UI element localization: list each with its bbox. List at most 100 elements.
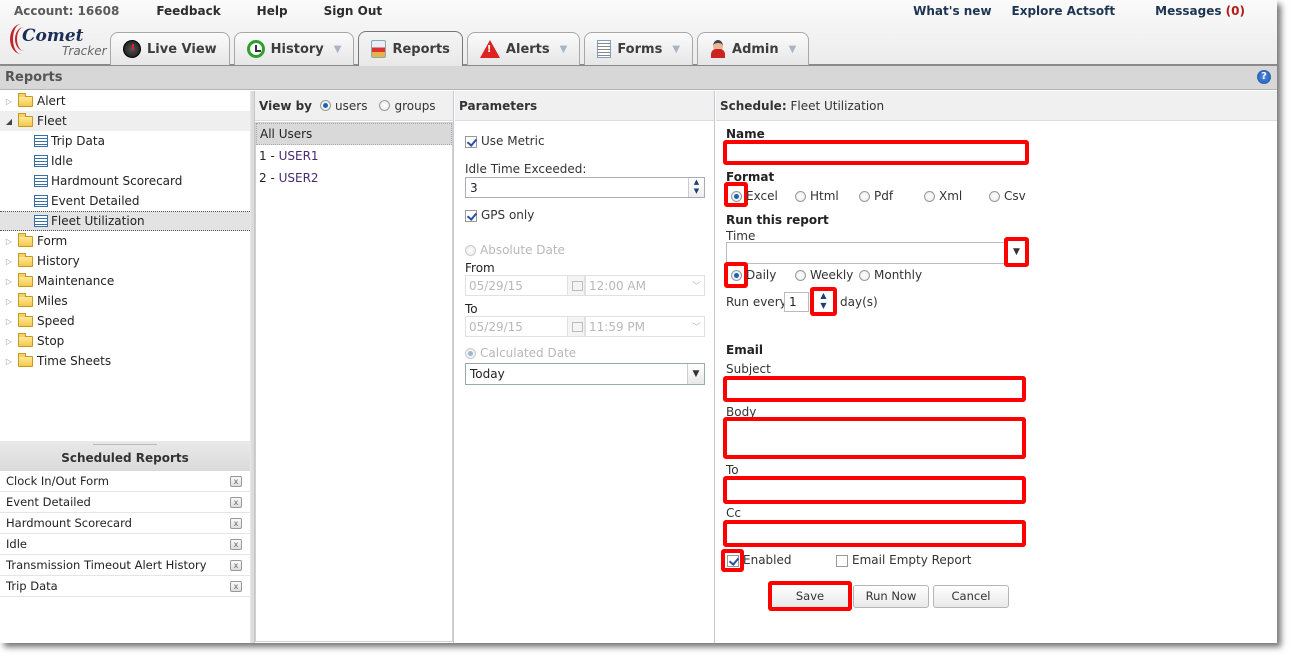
- scheduled-report-item[interactable]: Idle x: [0, 534, 250, 555]
- user-row-all[interactable]: All Users: [256, 123, 452, 145]
- expand-arrow-icon[interactable]: ▷: [3, 97, 15, 106]
- frequency-option-daily[interactable]: Daily: [731, 268, 776, 282]
- help-link[interactable]: Help: [257, 4, 288, 18]
- feedback-link[interactable]: Feedback: [156, 4, 220, 18]
- user-row[interactable]: 1 - USER1: [256, 145, 452, 167]
- from-date-input[interactable]: 05/29/15: [465, 275, 568, 296]
- format-option-pdf[interactable]: Pdf: [859, 189, 893, 203]
- run-every-input[interactable]: 1: [784, 292, 809, 312]
- remove-icon[interactable]: x: [230, 496, 242, 508]
- frequency-option-weekly[interactable]: Weekly: [795, 268, 853, 282]
- enabled-row[interactable]: Enabled: [727, 553, 792, 567]
- run-now-button[interactable]: Run Now: [853, 585, 929, 608]
- help-icon[interactable]: ?: [1257, 70, 1271, 84]
- tab-alerts[interactable]: Alerts ▼: [466, 32, 581, 65]
- tab-reports[interactable]: Reports: [358, 31, 463, 66]
- expand-arrow-icon[interactable]: ▷: [3, 237, 15, 246]
- tree-folder-speed[interactable]: ▷ Speed: [0, 311, 250, 331]
- cancel-button[interactable]: Cancel: [933, 585, 1009, 608]
- user-row[interactable]: 2 - USER2: [256, 167, 452, 189]
- tree-report-hardmount-scorecard[interactable]: Hardmount Scorecard: [0, 171, 250, 191]
- to-time-select[interactable]: 11:59 PM ﹀: [585, 316, 705, 337]
- expand-arrow-icon[interactable]: ▷: [3, 297, 15, 306]
- collapse-arrow-icon[interactable]: ◢: [3, 117, 15, 126]
- tab-live-view[interactable]: Live View: [110, 32, 230, 65]
- frequency-weekly-radio[interactable]: [795, 270, 806, 281]
- scheduled-report-item[interactable]: Event Detailed x: [0, 492, 250, 513]
- format-option-excel[interactable]: Excel: [731, 189, 778, 203]
- chevron-down-icon[interactable]: ▼: [687, 364, 704, 384]
- messages-link[interactable]: Messages (0): [1135, 4, 1245, 18]
- format-option-xml[interactable]: Xml: [924, 189, 962, 203]
- expand-arrow-icon[interactable]: ▷: [3, 317, 15, 326]
- explore-actsoft-link[interactable]: Explore Actsoft: [1012, 4, 1116, 18]
- time-dropdown-button[interactable]: ▼: [1004, 237, 1029, 267]
- frequency-option-monthly[interactable]: Monthly: [859, 268, 922, 282]
- expand-arrow-icon[interactable]: ▷: [3, 277, 15, 286]
- run-every-spinner[interactable]: ▲ ▼: [810, 287, 837, 316]
- enabled-checkbox[interactable]: [727, 554, 739, 567]
- tree-folder-form[interactable]: ▷ Form: [0, 231, 250, 251]
- email-empty-report-checkbox[interactable]: [836, 554, 848, 567]
- gps-only-checkbox[interactable]: [465, 209, 477, 222]
- format-excel-radio[interactable]: [731, 191, 742, 202]
- use-metric-row[interactable]: Use Metric: [465, 134, 545, 148]
- scheduled-reports-title[interactable]: Scheduled Reports: [0, 441, 250, 471]
- from-time-select[interactable]: 12:00 AM ﹀: [585, 275, 705, 296]
- tab-forms[interactable]: Forms ▼: [584, 32, 694, 65]
- dropdown-caret-icon[interactable]: ▼: [334, 44, 342, 55]
- tab-history[interactable]: History ▼: [233, 32, 355, 65]
- name-input[interactable]: [723, 140, 1029, 165]
- tree-folder-time-sheets[interactable]: ▷ Time Sheets: [0, 351, 250, 371]
- expand-arrow-icon[interactable]: ▷: [3, 257, 15, 266]
- view-by-users-radio[interactable]: [320, 100, 332, 111]
- save-button[interactable]: Save: [768, 581, 852, 611]
- dropdown-caret-icon[interactable]: ▼: [672, 44, 680, 55]
- to-date-input[interactable]: 05/29/15: [465, 316, 568, 337]
- calendar-icon[interactable]: [567, 316, 585, 337]
- sign-out-link[interactable]: Sign Out: [324, 4, 383, 18]
- format-xml-radio[interactable]: [924, 191, 935, 202]
- chevron-down-icon[interactable]: ﹀: [692, 320, 701, 333]
- body-textarea[interactable]: [723, 417, 1026, 459]
- calculated-date-select[interactable]: Today ▼: [465, 363, 705, 385]
- tree-folder-fleet[interactable]: ◢ Fleet: [0, 111, 250, 131]
- frequency-daily-radio[interactable]: [731, 270, 742, 281]
- format-html-radio[interactable]: [795, 191, 806, 202]
- dropdown-caret-icon[interactable]: ▼: [560, 44, 568, 55]
- tree-folder-maintenance[interactable]: ▷ Maintenance: [0, 271, 250, 291]
- absolute-date-row[interactable]: Absolute Date: [465, 243, 565, 257]
- format-option-csv[interactable]: Csv: [989, 189, 1026, 203]
- tree-report-idle[interactable]: Idle: [0, 151, 250, 171]
- remove-icon[interactable]: x: [230, 538, 242, 550]
- calculated-date-radio[interactable]: [465, 348, 476, 359]
- subject-input[interactable]: [723, 376, 1026, 402]
- scheduled-report-item[interactable]: Transmission Timeout Alert History x: [0, 555, 250, 576]
- remove-icon[interactable]: x: [230, 517, 242, 529]
- expand-arrow-icon[interactable]: ▷: [3, 337, 15, 346]
- calculated-date-row[interactable]: Calculated Date: [465, 346, 576, 360]
- tree-report-event-detailed[interactable]: Event Detailed: [0, 191, 250, 211]
- format-pdf-radio[interactable]: [859, 191, 870, 202]
- cc-input[interactable]: [723, 520, 1026, 547]
- absolute-date-radio[interactable]: [465, 245, 476, 256]
- tab-admin[interactable]: Admin ▼: [697, 32, 810, 65]
- tree-report-fleet-utilization[interactable]: Fleet Utilization: [0, 211, 250, 231]
- remove-icon[interactable]: x: [230, 475, 242, 487]
- tree-folder-history[interactable]: ▷ History: [0, 251, 250, 271]
- tree-folder-stop[interactable]: ▷ Stop: [0, 331, 250, 351]
- whats-new-link[interactable]: What's new: [913, 4, 991, 18]
- idle-time-input[interactable]: 3 ▲ ▼: [465, 177, 705, 198]
- gps-only-row[interactable]: GPS only: [465, 208, 534, 222]
- to-email-input[interactable]: [723, 476, 1026, 504]
- view-by-groups-radio[interactable]: [379, 100, 391, 111]
- format-csv-radio[interactable]: [989, 191, 1000, 202]
- dropdown-caret-icon[interactable]: ▼: [789, 44, 797, 55]
- time-select[interactable]: [726, 242, 1006, 264]
- tree-folder-miles[interactable]: ▷ Miles: [0, 291, 250, 311]
- format-option-html[interactable]: Html: [795, 189, 839, 203]
- frequency-monthly-radio[interactable]: [859, 270, 870, 281]
- email-empty-row[interactable]: Email Empty Report: [836, 553, 971, 567]
- spinner-arrows-icon[interactable]: ▲ ▼: [688, 178, 704, 197]
- remove-icon[interactable]: x: [230, 559, 242, 571]
